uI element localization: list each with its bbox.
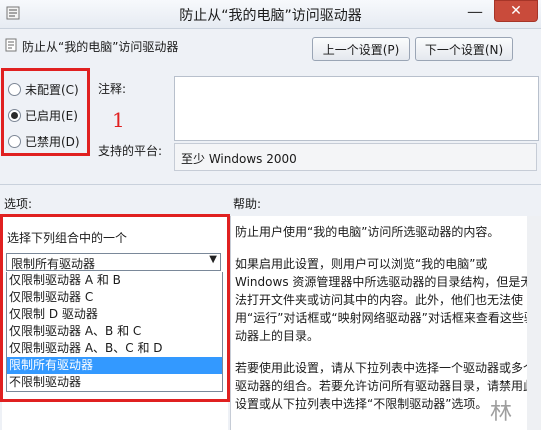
minimize-button[interactable]: —	[462, 2, 488, 22]
platform-label: 支持的平台:	[98, 144, 163, 158]
help-paragraph: 如果启用此设置，则用户可以浏览“我的电脑”或 Windows 资源管理器中所选驱…	[235, 257, 536, 343]
window-title: 防止从“我的电脑”访问驱动器	[179, 8, 362, 24]
annotation-box-options	[0, 214, 230, 402]
watermark: 林	[490, 400, 513, 425]
help-scrollbar[interactable]	[527, 216, 541, 430]
help-paragraph: 防止用户使用“我的电脑”访问所选驱动器的内容。	[235, 225, 500, 239]
next-setting-button[interactable]: 下一个设置(N)	[415, 37, 513, 61]
title-bar: 防止从“我的电脑”访问驱动器 — ✕	[0, 0, 541, 29]
close-button[interactable]: ✕	[494, 0, 538, 22]
annotation-callout-1: 1	[112, 108, 125, 132]
comment-label: 注释:	[98, 82, 127, 96]
comment-input[interactable]	[174, 76, 539, 141]
options-label: 选项:	[4, 197, 33, 211]
help-label: 帮助:	[233, 197, 262, 211]
previous-setting-button[interactable]: 上一个设置(P)	[312, 37, 410, 61]
setting-name: 防止从“我的电脑”访问驱动器	[22, 40, 179, 54]
setting-document-icon	[5, 38, 17, 52]
supported-platform-field: 至少 Windows 2000	[174, 143, 537, 171]
annotation-box-state	[1, 68, 90, 156]
section-divider	[0, 184, 541, 185]
